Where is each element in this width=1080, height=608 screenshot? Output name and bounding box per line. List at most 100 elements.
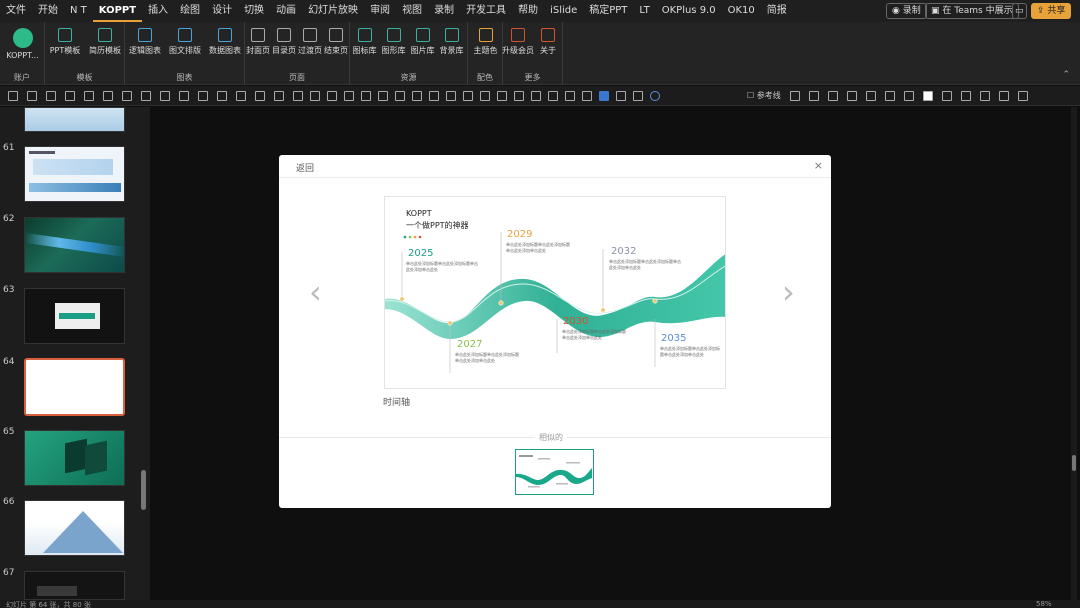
layer-icon[interactable] bbox=[361, 91, 371, 101]
pen-icon[interactable] bbox=[103, 91, 113, 101]
guides-checkbox[interactable]: ☐ 参考线 bbox=[747, 90, 781, 101]
ribbon-button[interactable]: PPT模板 bbox=[48, 26, 82, 56]
ribbon-button[interactable]: 升级会员 bbox=[501, 26, 535, 56]
slide-thumb-60[interactable] bbox=[24, 107, 125, 132]
zoom-level[interactable]: 58% bbox=[1036, 600, 1052, 608]
collapse-ribbon-icon[interactable]: ⌃ bbox=[1062, 70, 1070, 80]
slide-thumb-67[interactable] bbox=[24, 571, 125, 600]
text-effect-icon[interactable] bbox=[616, 91, 626, 101]
timeline-template-preview[interactable]: KOPPT 一个做PPT的神器 2025 单击此处添加标题单击此处添加标题单击此… bbox=[384, 196, 726, 389]
transform2-icon[interactable] bbox=[961, 91, 971, 101]
close-icon[interactable]: × bbox=[814, 159, 823, 172]
align-top-icon[interactable] bbox=[497, 91, 507, 101]
menu-item[interactable]: 开发工具 bbox=[460, 0, 512, 22]
color-icon[interactable] bbox=[582, 91, 592, 101]
line-icon[interactable] bbox=[179, 91, 189, 101]
menu-item[interactable]: 插入 bbox=[142, 0, 174, 22]
align-icon[interactable] bbox=[8, 91, 18, 101]
ribbon-button[interactable]: 逻辑图表 bbox=[128, 26, 162, 56]
grid-icon[interactable] bbox=[141, 91, 151, 101]
bullet-icon[interactable] bbox=[27, 91, 37, 101]
menu-item[interactable]: OKPlus 9.0 bbox=[656, 0, 722, 22]
rotate-icon[interactable] bbox=[255, 91, 265, 101]
size-icon[interactable] bbox=[633, 91, 643, 101]
menu-item[interactable]: 录制 bbox=[428, 0, 460, 22]
select-icon[interactable] bbox=[412, 91, 422, 101]
ribbon-button[interactable]: 背景库 bbox=[435, 26, 469, 56]
menu-item[interactable]: 绘图 bbox=[174, 0, 206, 22]
menu-item[interactable]: KOPPT bbox=[92, 1, 143, 22]
arrange-icon[interactable] bbox=[310, 91, 320, 101]
crop-icon[interactable] bbox=[46, 91, 56, 101]
fill-blue-icon[interactable] bbox=[599, 91, 609, 101]
leaf-icon[interactable] bbox=[847, 91, 857, 101]
table-icon[interactable] bbox=[293, 91, 303, 101]
shape-style-icon[interactable] bbox=[327, 91, 337, 101]
text-icon[interactable] bbox=[904, 91, 914, 101]
crop2-icon[interactable] bbox=[122, 91, 132, 101]
slide-pane-scrollbar[interactable] bbox=[141, 470, 146, 510]
ungroup-icon[interactable] bbox=[395, 91, 405, 101]
menu-item[interactable]: N T bbox=[64, 0, 93, 22]
menu-item[interactable]: 帮助 bbox=[512, 0, 544, 22]
menu-item[interactable]: 动画 bbox=[270, 0, 302, 22]
menu-item[interactable]: 稿定PPT bbox=[583, 0, 633, 22]
layout-icon[interactable] bbox=[885, 91, 895, 101]
star-icon[interactable] bbox=[790, 91, 800, 101]
align-middle-icon[interactable] bbox=[514, 91, 524, 101]
ribbon-button[interactable]: 关于 bbox=[531, 26, 565, 56]
crop3-icon[interactable] bbox=[980, 91, 990, 101]
teams-present-button[interactable]: ▣ 在 Teams 中展示 bbox=[925, 3, 1019, 19]
menu-item[interactable]: OK10 bbox=[722, 0, 761, 22]
slide-thumb-62[interactable] bbox=[24, 217, 126, 273]
align-right-icon[interactable] bbox=[480, 91, 490, 101]
ribbon-button[interactable]: 简历模板 bbox=[88, 26, 122, 56]
slide-thumb-61[interactable] bbox=[24, 146, 125, 202]
brush-icon[interactable] bbox=[198, 91, 208, 101]
ribbon-button[interactable]: 主题色 bbox=[469, 26, 503, 56]
menu-item[interactable]: 文件 bbox=[0, 0, 32, 22]
menu-item[interactable]: LT bbox=[633, 0, 655, 22]
shape-icon[interactable] bbox=[65, 91, 75, 101]
chart-icon[interactable] bbox=[866, 91, 876, 101]
group-icon[interactable] bbox=[378, 91, 388, 101]
dist-v-icon[interactable] bbox=[565, 91, 575, 101]
fill-white-icon[interactable] bbox=[923, 91, 933, 101]
slide-thumb-63[interactable] bbox=[24, 288, 125, 344]
image-icon[interactable] bbox=[828, 91, 838, 101]
round-icon[interactable] bbox=[650, 91, 660, 101]
comments-icon[interactable]: ▭ bbox=[1012, 3, 1027, 19]
dist-h-icon[interactable] bbox=[548, 91, 558, 101]
menu-item[interactable]: 设计 bbox=[206, 0, 238, 22]
editor-scrollbar-thumb[interactable] bbox=[1072, 455, 1076, 471]
slide-thumb-65[interactable] bbox=[24, 430, 125, 486]
frame-icon[interactable] bbox=[942, 91, 952, 101]
distribute-icon[interactable] bbox=[429, 91, 439, 101]
similar-template-thumb[interactable] bbox=[515, 449, 594, 495]
share-button[interactable]: ⇪ 共享 bbox=[1031, 3, 1072, 19]
menu-item[interactable]: 开始 bbox=[32, 0, 64, 22]
font-color-icon[interactable] bbox=[84, 91, 94, 101]
ribbon-button[interactable]: KOPPT... bbox=[6, 26, 40, 60]
back-button[interactable]: 返回 bbox=[296, 161, 314, 174]
ribbon-button[interactable]: 图文排版 bbox=[168, 26, 202, 56]
fill-icon[interactable] bbox=[160, 91, 170, 101]
shape-effect-icon[interactable] bbox=[274, 91, 284, 101]
next-arrow-icon[interactable]: › bbox=[782, 275, 795, 309]
prev-arrow-icon[interactable]: ‹ bbox=[309, 275, 322, 309]
menu-item[interactable]: 简报 bbox=[761, 0, 793, 22]
format-paint-icon[interactable] bbox=[344, 91, 354, 101]
table2-icon[interactable] bbox=[999, 91, 1009, 101]
eyedropper-icon[interactable] bbox=[236, 91, 246, 101]
align-left-icon[interactable] bbox=[446, 91, 456, 101]
picture-icon[interactable] bbox=[809, 91, 819, 101]
transform-icon[interactable] bbox=[217, 91, 227, 101]
slide-thumb-64-selected[interactable] bbox=[24, 358, 125, 416]
align-center-icon[interactable] bbox=[463, 91, 473, 101]
ribbon-button[interactable]: 数据图表 bbox=[208, 26, 242, 56]
slide-thumb-66[interactable] bbox=[24, 500, 125, 556]
menu-item[interactable]: iSlide bbox=[544, 0, 583, 22]
menu-item[interactable]: 幻灯片放映 bbox=[302, 0, 364, 22]
align-bottom-icon[interactable] bbox=[531, 91, 541, 101]
menu-item[interactable]: 视图 bbox=[396, 0, 428, 22]
